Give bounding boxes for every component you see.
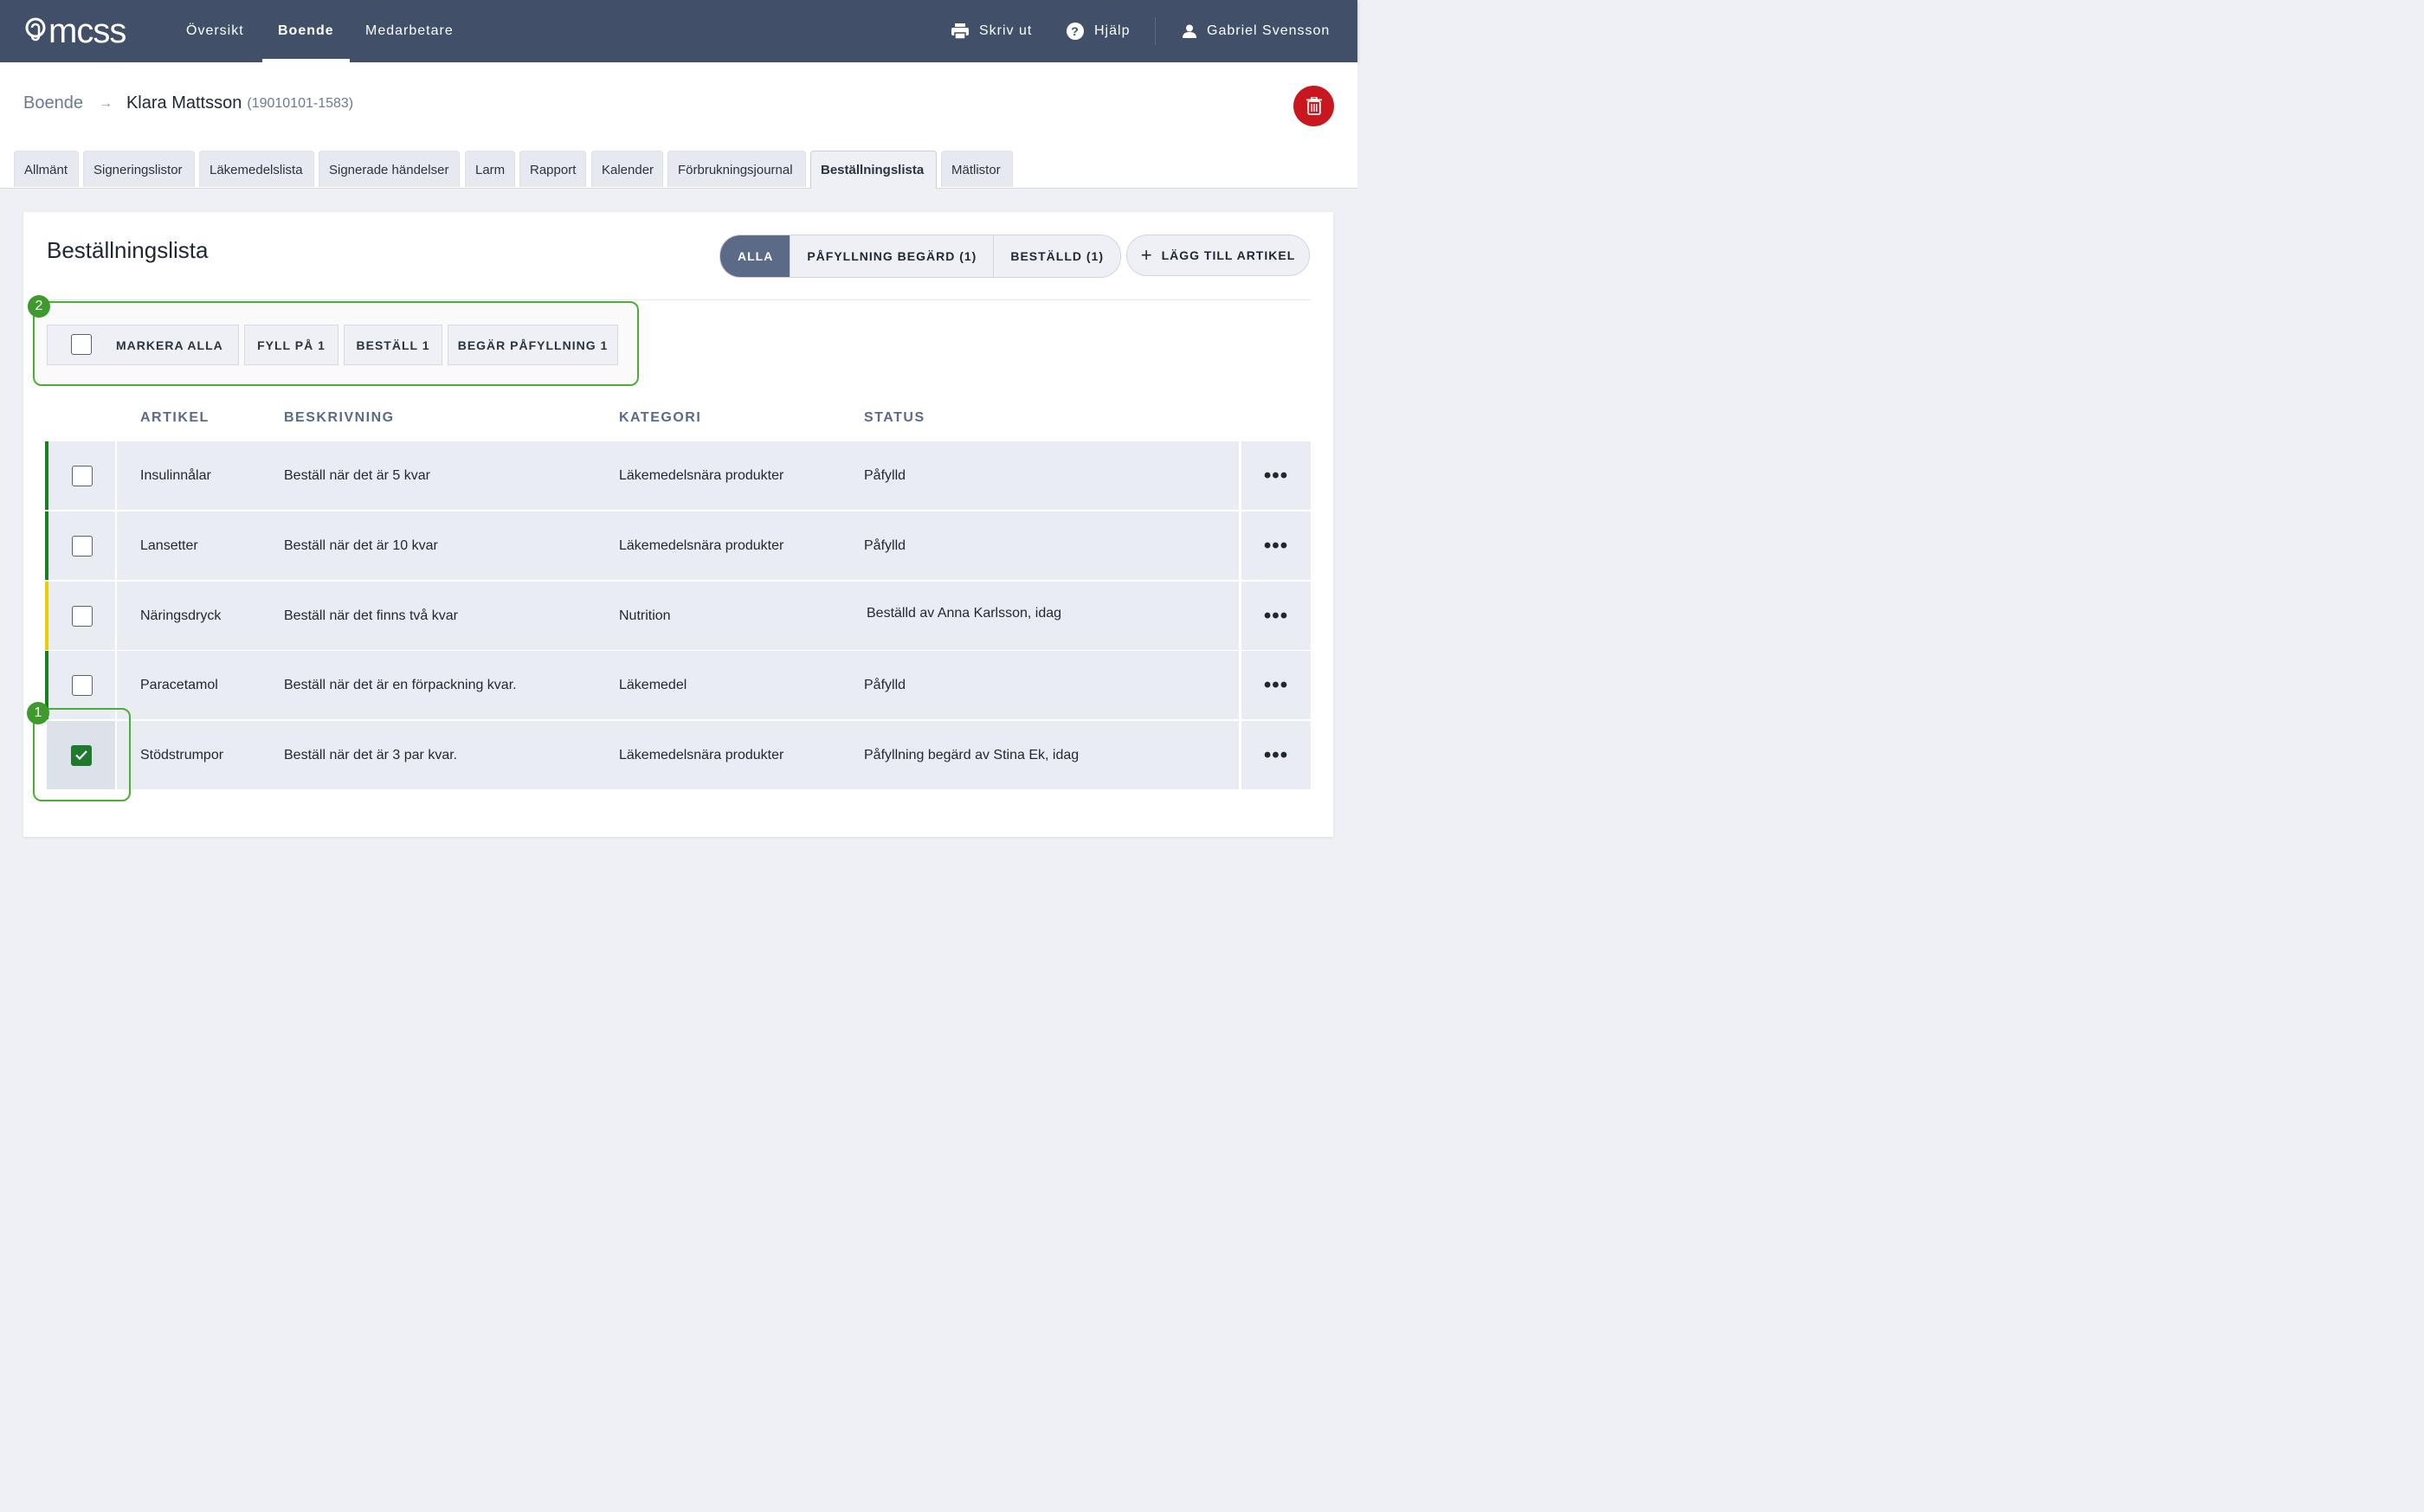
tab-matlistor[interactable]: Mätlistor (941, 151, 1013, 187)
printer-icon (951, 23, 969, 39)
row-checkbox[interactable] (71, 674, 93, 696)
table-row[interactable]: Paracetamol Beställ när det är en förpac… (45, 651, 1311, 719)
select-all-button[interactable]: MARKERA ALLA (47, 325, 239, 365)
description-cell: Beställ när det är 3 par kvar. (284, 748, 458, 762)
category-cell: Läkemedelsnära produkter (619, 538, 784, 553)
more-options-button[interactable]: ••• (1241, 651, 1311, 719)
row-checkbox[interactable] (71, 465, 93, 486)
article-cell: Lansetter (140, 538, 198, 553)
filter-ordered[interactable]: BESTÄLLD (1) (993, 235, 1120, 277)
request-refill-button[interactable]: BEGÄR PÅFYLLNING 1 (448, 325, 618, 365)
nav-medarbetare[interactable]: Medarbetare (365, 0, 454, 62)
callout-badge-2: 2 (28, 295, 50, 318)
filter-all[interactable]: ALLA (720, 235, 790, 277)
card-divider (47, 299, 1311, 300)
table-row[interactable]: Stödstrumpor Beställ när det är 3 par kv… (45, 721, 1311, 789)
more-options-button[interactable]: ••• (1241, 582, 1311, 650)
card-title: Beställningslista (47, 237, 209, 263)
tab-signeringslistor[interactable]: Signeringslistor (83, 151, 195, 187)
article-cell: Stödstrumpor (140, 748, 224, 762)
svg-text:?: ? (1071, 24, 1080, 38)
column-header-category: KATEGORI (619, 410, 702, 425)
article-cell: Näringsdryck (140, 608, 222, 623)
add-article-button[interactable]: + LÄGG TILL ARTIKEL (1126, 235, 1310, 276)
callout-badge-1: 1 (27, 702, 49, 724)
help-button[interactable]: ? Hjälp (1067, 0, 1130, 62)
user-menu[interactable]: Gabriel Svensson (1183, 0, 1330, 62)
status-cell: Påfylld (864, 538, 906, 553)
article-cell: Paracetamol (140, 678, 218, 692)
help-label: Hjälp (1094, 23, 1131, 38)
status-cell: Påfylld (864, 468, 906, 483)
ellipsis-icon: ••• (1263, 672, 1289, 697)
nav-boende[interactable]: Boende (278, 0, 334, 62)
row-select-cell (48, 582, 115, 650)
selected-row-highlight (33, 708, 131, 801)
column-header-status: STATUS (864, 410, 925, 425)
user-name: Gabriel Svensson (1207, 23, 1331, 38)
print-label: Skriv ut (979, 23, 1033, 38)
logo-icon (25, 17, 46, 42)
user-icon (1183, 24, 1196, 38)
status-cell: Påfylld (864, 678, 906, 692)
column-header-article: ARTIKEL (140, 410, 210, 425)
more-options-button[interactable]: ••• (1241, 512, 1311, 580)
category-cell: Läkemedelsnära produkter (619, 468, 784, 483)
select-all-checkbox[interactable] (71, 334, 92, 355)
category-cell: Nutrition (619, 608, 671, 623)
tab-lakemedelslista[interactable]: Läkemedelslista (199, 151, 314, 187)
filter-refill-requested[interactable]: PÅFYLLNING BEGÄRD (1) (790, 235, 993, 277)
tab-bestallningslista[interactable]: Beställningslista (810, 151, 937, 189)
more-options-button[interactable]: ••• (1241, 441, 1311, 510)
print-button[interactable]: Skriv ut (951, 0, 1032, 62)
category-cell: Läkemedel (619, 678, 687, 692)
description-cell: Beställ när det är 10 kvar (284, 538, 438, 553)
table-row[interactable]: Insulinnålar Beställ när det är 5 kvar L… (45, 441, 1311, 510)
description-cell: Beställ när det är en förpackning kvar. (284, 678, 517, 692)
delete-button[interactable] (1293, 86, 1334, 126)
ellipsis-icon: ••• (1263, 603, 1289, 627)
select-all-label: MARKERA ALLA (116, 338, 223, 352)
resident-id: (19010101-1583) (247, 95, 354, 111)
more-options-button[interactable]: ••• (1241, 721, 1311, 789)
status-cell: Påfyllning begärd av Stina Ek, idag (864, 748, 1080, 762)
topbar-divider (1155, 17, 1156, 45)
row-select-cell (48, 441, 115, 510)
category-cell: Läkemedelsnära produkter (619, 748, 784, 762)
top-navigation-bar: mcss Översikt Boende Medarbetare Skriv u… (0, 0, 1357, 62)
column-header-description: BESKRIVNING (284, 410, 395, 425)
plus-icon: + (1140, 244, 1153, 266)
table-row[interactable]: Näringsdryck Beställ när det finns två k… (45, 582, 1311, 650)
status-filter: ALLA PÅFYLLNING BEGÄRD (1) BESTÄLLD (1) (719, 235, 1121, 278)
logo-text: mcss (48, 12, 126, 50)
ellipsis-icon: ••• (1263, 463, 1289, 487)
breadcrumb: Boende → Klara Mattsson (19010101-1583) (23, 93, 353, 113)
ellipsis-icon: ••• (1263, 743, 1289, 767)
resident-name: Klara Mattsson (126, 93, 242, 113)
table-row[interactable]: Lansetter Beställ när det är 10 kvar Läk… (45, 512, 1311, 580)
breadcrumb-root[interactable]: Boende (23, 93, 83, 113)
tab-forbrukningsjournal[interactable]: Förbrukningsjournal (667, 151, 806, 187)
help-icon: ? (1067, 23, 1084, 40)
add-article-label: LÄGG TILL ARTIKEL (1161, 248, 1296, 262)
tab-larm[interactable]: Larm (465, 151, 515, 187)
nav-oversikt[interactable]: Översikt (186, 0, 244, 62)
row-checkbox[interactable] (71, 605, 93, 627)
ellipsis-icon: ••• (1263, 533, 1289, 557)
tab-signerade-handelser[interactable]: Signerade händelser (319, 151, 460, 187)
status-cell: Beställd av Anna Karlsson, idag (867, 606, 1062, 621)
row-checkbox[interactable] (71, 535, 93, 557)
mcss-logo[interactable]: mcss (24, 14, 126, 48)
refill-button[interactable]: FYLL PÅ 1 (244, 325, 338, 365)
article-cell: Insulinnålar (140, 468, 211, 483)
tab-kalender[interactable]: Kalender (591, 151, 663, 187)
tab-rapport[interactable]: Rapport (519, 151, 586, 187)
row-select-cell (48, 512, 115, 580)
description-cell: Beställ när det finns två kvar (284, 608, 458, 623)
order-button[interactable]: BESTÄLL 1 (344, 325, 442, 365)
tab-allmant[interactable]: Allmänt (14, 151, 79, 187)
arrow-right-icon: → (98, 95, 113, 111)
trash-icon (1305, 97, 1322, 115)
description-cell: Beställ när det är 5 kvar (284, 468, 430, 483)
